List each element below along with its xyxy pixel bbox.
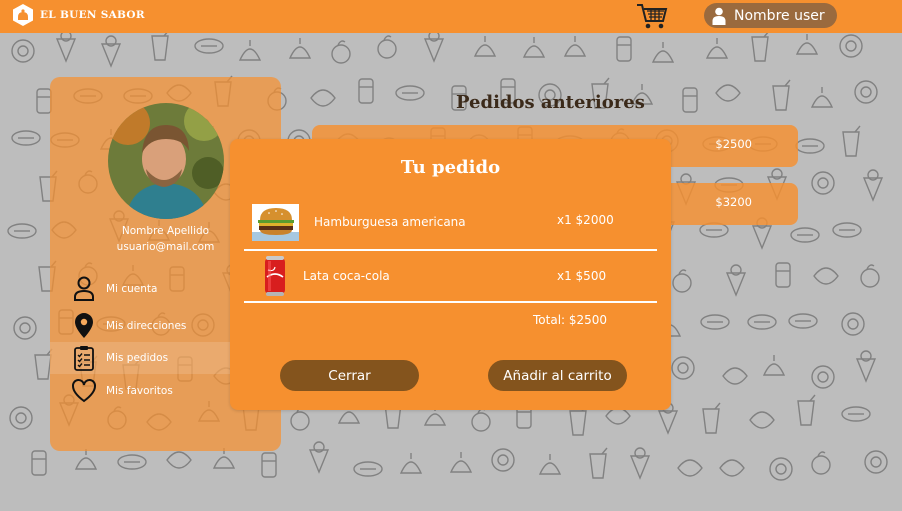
menu-item-label: Mis favoritos <box>106 385 173 397</box>
order-price: $2500 <box>715 137 752 151</box>
add-to-cart-button[interactable]: Añadir al carrito <box>488 360 627 391</box>
shopping-cart-icon[interactable] <box>636 2 668 31</box>
heart-icon <box>72 379 96 403</box>
top-navbar: EL BUEN SABOR Nombre user <box>0 0 902 33</box>
user-menu-button[interactable]: Nombre user <box>704 3 837 28</box>
order-item: Lata coca-cola x1 $500 <box>230 255 671 299</box>
modal-title: Tu pedido <box>400 157 501 178</box>
clipboard-list-icon <box>74 346 94 371</box>
item-name: Hamburguesa americana <box>314 215 466 229</box>
menu-item-label: Mis direcciones <box>106 320 187 332</box>
divider <box>244 249 657 251</box>
order-price: $3200 <box>715 195 752 209</box>
close-button[interactable]: Cerrar <box>280 360 419 391</box>
brand[interactable]: EL BUEN SABOR <box>12 3 145 27</box>
order-detail-modal: Tu pedido Hamburguesa americana x1 $2000… <box>230 139 671 410</box>
chef-hat-logo-icon <box>13 4 33 26</box>
avatar <box>108 103 224 219</box>
item-name: Lata coca-cola <box>303 269 390 283</box>
order-total: Total: $2500 <box>533 313 608 327</box>
menu-item-label: Mi cuenta <box>106 283 158 295</box>
brand-name: EL BUEN SABOR <box>40 9 145 21</box>
user-name: Nombre user <box>734 7 825 24</box>
divider <box>244 301 657 303</box>
user-icon <box>712 7 726 25</box>
item-qty-price: x1 $500 <box>557 269 607 283</box>
person-icon <box>74 276 94 301</box>
order-item: Hamburguesa americana x1 $2000 <box>230 201 671 245</box>
cola-can-image <box>265 256 285 296</box>
location-pin-icon <box>75 313 93 338</box>
item-qty-price: x1 $2000 <box>557 213 614 227</box>
orders-title: Pedidos anteriores <box>456 92 645 113</box>
burger-image <box>252 204 299 241</box>
menu-item-label: Mis pedidos <box>106 352 169 364</box>
